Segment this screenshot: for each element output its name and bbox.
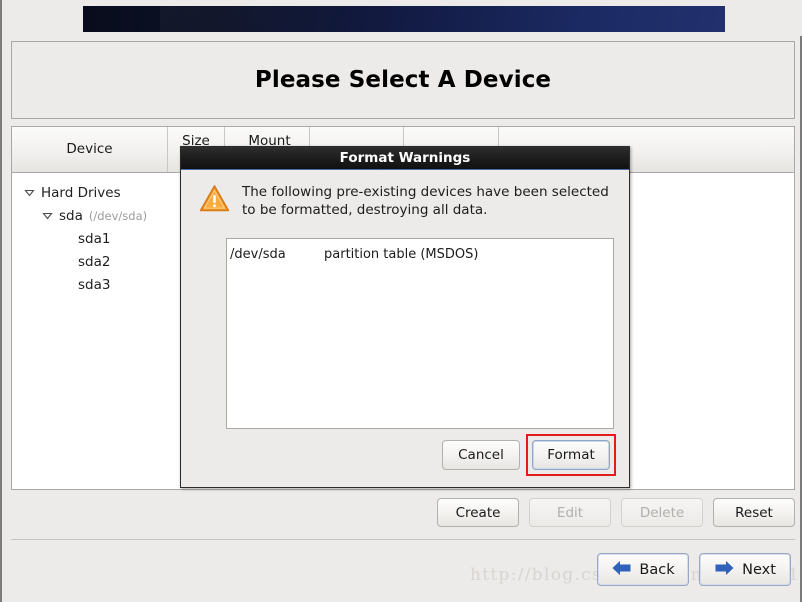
tree-row-label: sda1 — [78, 230, 111, 247]
cancel-button[interactable]: Cancel — [442, 440, 520, 470]
arrow-right-icon — [714, 560, 735, 580]
tree-row-label: Hard Drives — [41, 184, 121, 201]
banner-area — [4, 0, 802, 36]
format-button[interactable]: Format — [532, 440, 610, 470]
format-button-highlight: Format — [526, 434, 616, 476]
reset-button[interactable]: Reset — [713, 498, 795, 527]
arrow-left-icon — [611, 560, 632, 580]
banner-gradient-bar — [83, 6, 725, 32]
format-warnings-dialog: Format Warnings The following pre-existi… — [180, 146, 630, 488]
next-button-label: Next — [742, 561, 776, 578]
installer-window: Please Select A Device Device Size (M Mo… — [0, 0, 802, 602]
edit-button: Edit — [529, 498, 611, 527]
next-button[interactable]: Next — [699, 553, 791, 586]
delete-button: Delete — [621, 498, 703, 527]
navigation-row: Back Next — [597, 553, 791, 586]
list-item[interactable]: /dev/sda partition table (MSDOS) — [228, 244, 613, 264]
chevron-down-icon[interactable] — [23, 186, 36, 199]
nav-separator — [11, 539, 795, 540]
tree-row-label: sda2 — [78, 253, 111, 270]
page-title-frame: Please Select A Device — [11, 41, 795, 119]
column-header-device[interactable]: Device — [12, 127, 168, 172]
create-button[interactable]: Create — [437, 498, 519, 527]
back-button[interactable]: Back — [597, 553, 689, 586]
tree-row-sublabel: (/dev/sda) — [88, 208, 148, 223]
column-header-device-label: Device — [66, 140, 113, 157]
warning-triangle-icon — [199, 184, 230, 217]
chevron-down-icon[interactable] — [41, 209, 54, 222]
format-device-list[interactable]: /dev/sda partition table (MSDOS) — [226, 238, 614, 429]
list-item-description: partition table (MSDOS) — [324, 246, 479, 262]
dialog-warning-message: The following pre-existing devices have … — [242, 184, 609, 218]
tree-row-label: sda — [59, 207, 83, 224]
page-title: Please Select A Device — [254, 67, 552, 93]
back-button-label: Back — [639, 561, 675, 578]
tree-row-label: sda3 — [78, 276, 111, 293]
list-item-device: /dev/sda — [230, 246, 286, 262]
dialog-title: Format Warnings — [339, 150, 471, 166]
partition-action-row: Create Edit Delete Reset — [11, 498, 795, 528]
dialog-button-row: Cancel Format — [442, 434, 616, 476]
dialog-warning-block: The following pre-existing devices have … — [195, 183, 615, 220]
dialog-titlebar[interactable]: Format Warnings — [181, 147, 629, 170]
